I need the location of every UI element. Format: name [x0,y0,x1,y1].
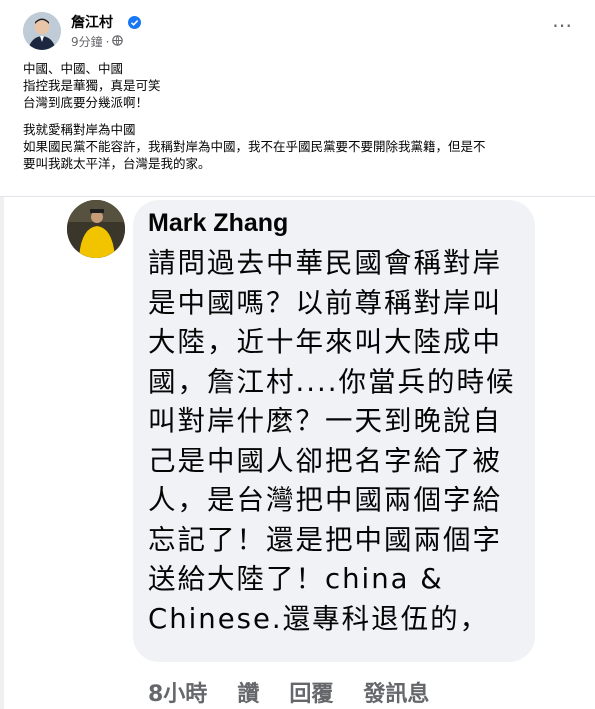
comment-line: 大陸，近十年來叫大陸成中 [148,326,502,358]
reply-button[interactable]: 回覆 [289,676,333,708]
comment-line: 請問過去中華民國會稱對岸 [148,247,502,279]
comment-text: 請問過去中華民國會稱對岸 是中國嗎？以前尊稱對岸叫 大陸，近十年來叫大陸成中 國… [148,244,528,639]
author-name[interactable]: 詹江村 [71,12,113,32]
comment-line: 人，是台灣把中國兩個字給 [148,484,502,516]
comment-line: 忘記了！還是把中國兩個字 [148,523,502,556]
comment-line: 叫對岸什麼？一天到晚說自 [148,405,502,437]
post-time[interactable]: 9分鐘 [71,33,103,50]
commenter-name[interactable]: Mark Zhang [148,209,288,238]
commenter-avatar[interactable] [67,200,125,258]
divider [0,196,595,197]
post-header: 詹江村 9分鐘 · ⋯ [23,12,583,52]
comment-line: 是中國嗎？以前尊稱對岸叫 [148,286,502,319]
dot-separator: · [105,34,110,49]
verified-badge-icon [128,14,141,29]
post-line: 台灣到底要分幾派啊！ [23,95,149,110]
comment-time[interactable]: 8小時 [148,676,207,708]
author-avatar[interactable] [23,12,61,50]
post-line: 要叫我跳太平洋，台灣是我的家。 [23,156,211,171]
comment-line: Chinese.還專科退伍的， [148,602,490,635]
more-options-icon[interactable]: ⋯ [552,15,573,35]
post-line: 中國、中國、中國 [23,61,124,76]
post-meta: 9分鐘 · [71,33,124,50]
comment-line: 送給大陸了！china & [148,563,444,595]
comment-line: 國，詹江村....你當兵的時候 [148,365,516,398]
post-text: 中國、中國、中國 指控我是華獨，真是可笑 台灣到底要分幾派啊！ 我就愛稱對岸為中… [23,60,583,172]
post-line: 我就愛稱對岸為中國 [23,122,136,137]
comment-actions: 8小時 讚 回覆 發訊息 [148,676,429,708]
globe-icon[interactable] [112,34,124,49]
left-edge-strip [0,197,4,709]
post-line: 指控我是華獨，真是可笑 [23,78,161,93]
comment-bubble: Mark Zhang 請問過去中華民國會稱對岸 是中國嗎？以前尊稱對岸叫 大陸，… [133,200,535,662]
message-button[interactable]: 發訊息 [363,676,429,708]
post-line: 如果國民黨不能容許，我稱對岸為中國，我不在乎國民黨要不要開除我黨籍，但是不 [23,139,486,154]
like-button[interactable]: 讚 [237,676,259,708]
comment-line: 己是中國人卻把名字給了被 [148,444,502,477]
